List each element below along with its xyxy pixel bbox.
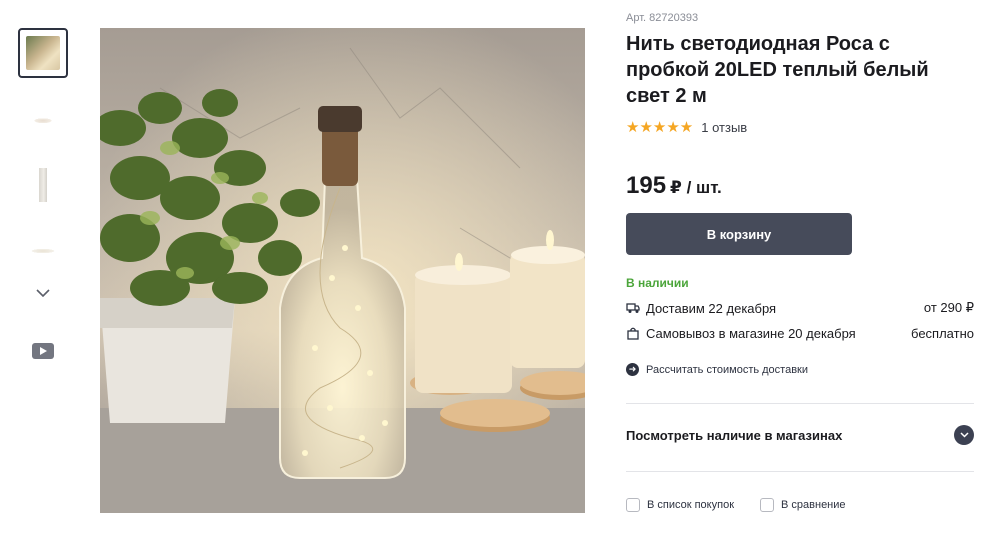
checkbox-box[interactable] <box>626 498 640 512</box>
truck-icon <box>626 301 640 315</box>
pickup-label: Самовывоз в магазине 20 декабря <box>646 326 856 341</box>
bag-icon <box>626 327 640 341</box>
thumbnail-2[interactable] <box>18 94 68 144</box>
calc-delivery-link[interactable]: ➜ Рассчитать стоимость доставки <box>626 363 808 376</box>
add-to-cart-button[interactable]: В корзину <box>626 213 852 255</box>
compare-label: В сравнение <box>781 499 846 511</box>
delivery-row: Доставим 22 декабря от 290 ₽ <box>626 300 974 316</box>
thumbnail-3[interactable] <box>18 160 68 210</box>
video-play-icon <box>32 343 54 359</box>
thumbnail-image <box>26 102 60 136</box>
shopping-list-label: В список покупок <box>647 499 735 511</box>
compare-checkbox[interactable]: В сравнение <box>760 498 846 512</box>
pickup-price: бесплатно <box>911 326 974 341</box>
thumbnail-image <box>26 234 60 268</box>
store-availability-label: Посмотреть наличие в магазинах <box>626 427 843 443</box>
video-play-button[interactable] <box>18 336 68 366</box>
article-number: Арт. 82720393 <box>626 12 699 24</box>
pickup-row: Самовывоз в магазине 20 декабря бесплатн… <box>626 326 974 341</box>
calc-delivery-label: Рассчитать стоимость доставки <box>646 363 809 376</box>
price-block: 195 ₽ / шт. <box>626 172 722 200</box>
divider <box>626 403 974 404</box>
chevron-down-icon[interactable] <box>18 278 68 308</box>
checkbox-box[interactable] <box>760 498 775 512</box>
price-unit: ₽ / шт. <box>670 178 722 197</box>
thumbnail-image <box>26 168 60 202</box>
delivery-label: Доставим 22 декабря <box>646 300 777 316</box>
stock-status: В наличии <box>626 276 689 290</box>
shopping-list-checkbox[interactable]: В список покупок <box>626 498 734 512</box>
thumbnail-image <box>26 36 60 70</box>
thumbnail-gallery <box>18 28 68 366</box>
arrow-right-icon: ➜ <box>626 363 639 376</box>
main-product-image[interactable] <box>100 28 585 513</box>
thumbnail-4[interactable] <box>18 226 68 276</box>
rating-block[interactable]: ★★★★★ 1 отзыв <box>626 118 747 136</box>
divider <box>626 471 974 472</box>
rating-stars-icon: ★★★★★ <box>626 119 694 136</box>
delivery-price: от 290 ₽ <box>923 300 974 315</box>
store-availability-toggle[interactable]: Посмотреть наличие в магазинах <box>626 425 974 445</box>
price-value: 195 <box>626 172 667 199</box>
checkbox-row: В список покупок В сравнение <box>626 498 872 512</box>
thumbnail-1[interactable] <box>18 28 68 78</box>
product-title: Нить светодиодная Роса с пробкой 20LED т… <box>626 33 929 107</box>
chevron-down-icon[interactable] <box>954 425 974 445</box>
reviews-link[interactable]: 1 отзыв <box>701 120 747 135</box>
